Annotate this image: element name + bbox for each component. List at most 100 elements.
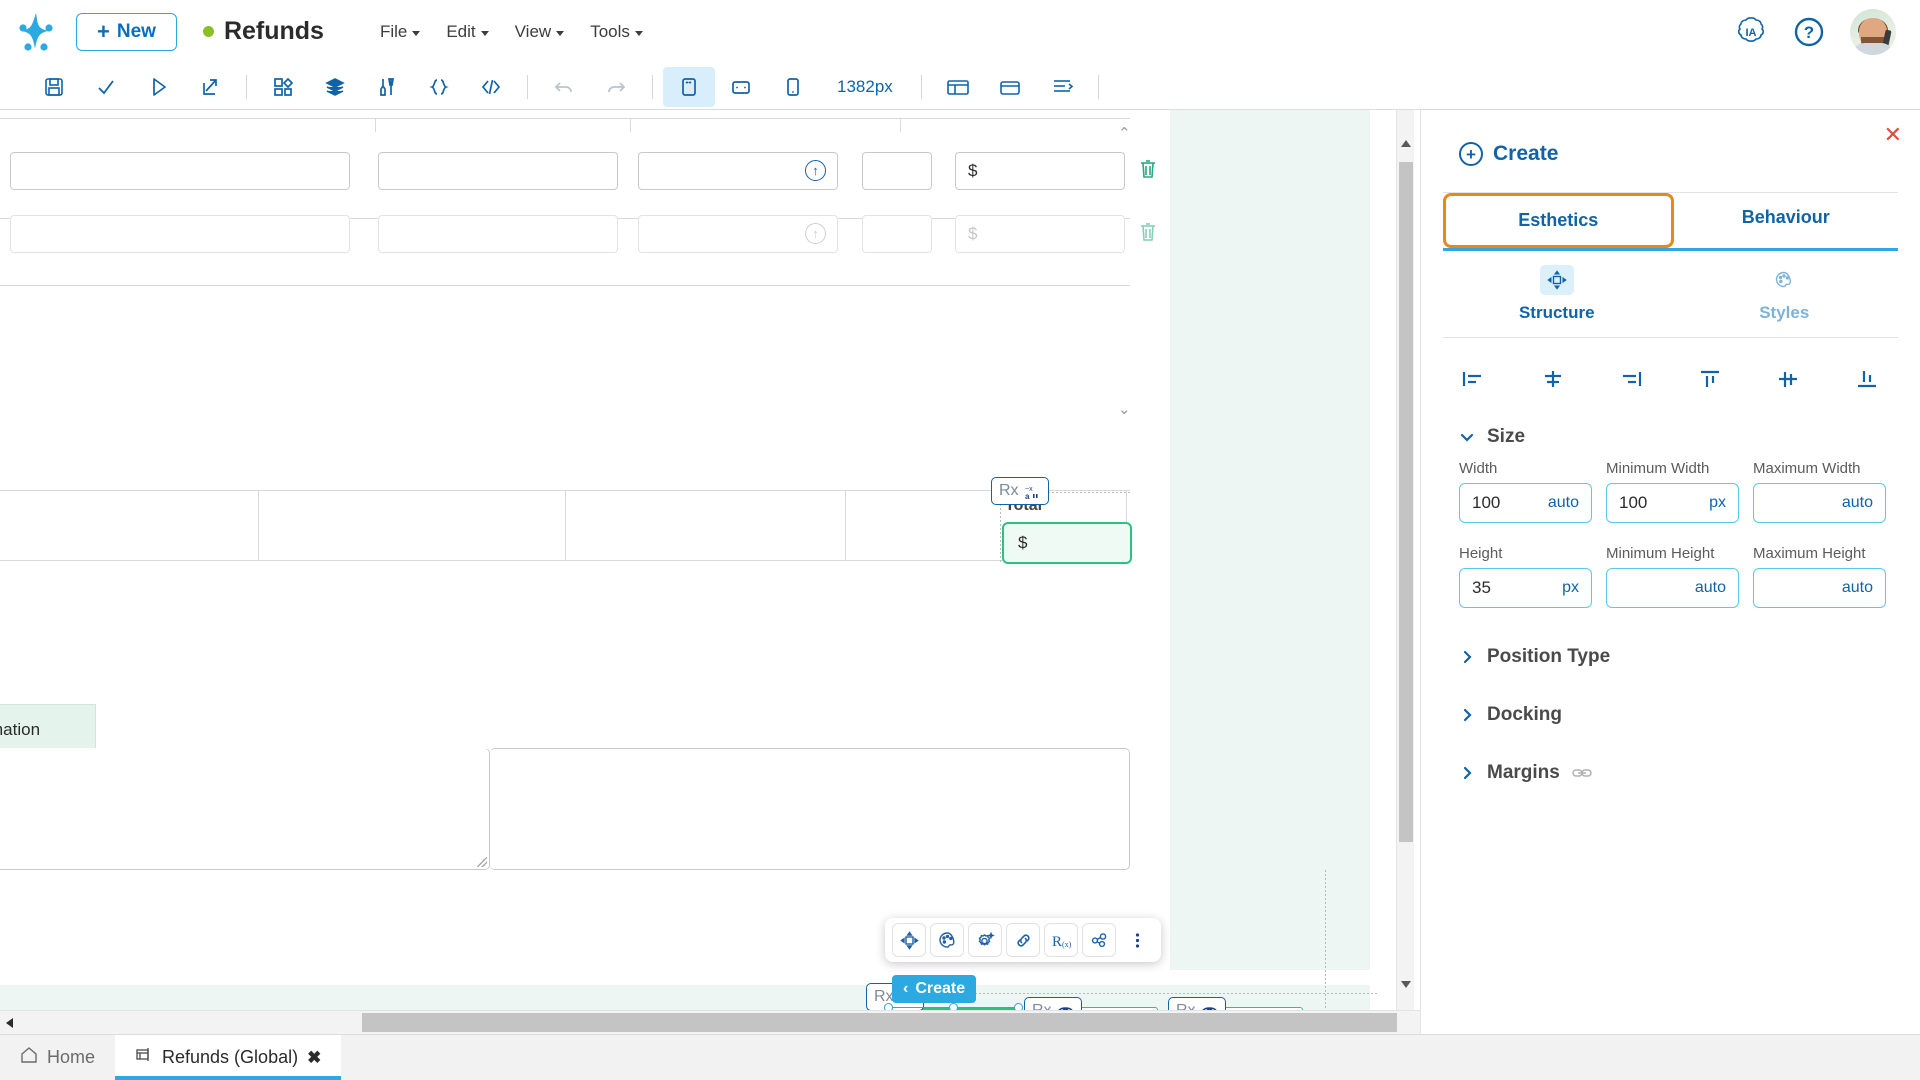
user-avatar[interactable] [1850, 8, 1896, 55]
layout-align-icon[interactable] [1036, 67, 1088, 107]
link-icon[interactable] [1006, 923, 1040, 957]
menu-edit[interactable]: Edit [446, 22, 489, 42]
resize-handle-n[interactable] [949, 1003, 958, 1010]
scroll-up-arrow-icon[interactable] [1401, 140, 1411, 147]
row-1-delete-icon[interactable] [1138, 158, 1158, 185]
height-input[interactable]: 35 px [1459, 568, 1592, 608]
menu-file[interactable]: File [380, 22, 421, 42]
row-2-cell-1[interactable] [10, 215, 350, 253]
plus-circle-icon[interactable]: + [1459, 142, 1483, 166]
menu-tools[interactable]: Tools [590, 22, 643, 42]
desktop-view-icon[interactable] [663, 66, 715, 107]
container-view-icon[interactable] [984, 67, 1036, 107]
section-docking[interactable]: Docking [1421, 668, 1920, 726]
mobile-view-icon[interactable] [767, 67, 819, 107]
notes-textarea-extension[interactable] [490, 748, 1130, 870]
minimum-width-unit[interactable]: px [1709, 494, 1726, 512]
more-vertical-icon[interactable] [1120, 923, 1154, 957]
tab-behaviour[interactable]: Behaviour [1674, 193, 1899, 248]
resize-handle-ne[interactable] [1014, 1003, 1023, 1010]
code-icon[interactable] [465, 67, 517, 107]
row-1-cell-2[interactable] [378, 152, 618, 190]
row-2-cell-2[interactable] [378, 215, 618, 253]
run-play-icon[interactable] [132, 67, 184, 107]
maximum-width-unit[interactable]: auto [1842, 494, 1873, 512]
maximum-width-input[interactable]: auto [1753, 483, 1886, 523]
scroll-down-arrow-icon[interactable] [1401, 981, 1411, 988]
subtab-structure[interactable]: Structure [1443, 251, 1671, 337]
width-input[interactable]: 100 auto [1459, 483, 1592, 523]
braces-icon[interactable] [413, 67, 465, 107]
rx-badge-delete[interactable]: Rx [1168, 997, 1226, 1010]
ia-icon[interactable]: IA [1734, 15, 1768, 49]
table-scroll-up-icon[interactable]: ⌃ [1118, 124, 1131, 142]
help-icon[interactable]: ? [1792, 15, 1826, 49]
settings-star-icon[interactable] [968, 923, 1002, 957]
resize-grip-icon[interactable] [477, 857, 487, 867]
layers-stack-icon[interactable] [309, 67, 361, 107]
maximum-height-unit[interactable]: auto [1842, 579, 1873, 597]
minimum-height-unit[interactable]: auto [1695, 579, 1726, 597]
move-resize-icon[interactable] [892, 923, 926, 957]
tablet-view-icon[interactable] [715, 67, 767, 107]
export-share-icon[interactable] [184, 67, 236, 107]
selection-breadcrumb-tooltip[interactable]: ‹ Create [892, 975, 977, 1003]
align-middle-vertical-icon[interactable] [1769, 364, 1807, 394]
vertical-scroll-thumb[interactable] [1399, 162, 1413, 842]
horizontal-scroll-thumb[interactable] [362, 1013, 1397, 1032]
close-tab-icon[interactable]: ✖ [307, 1048, 321, 1068]
components-grid-icon[interactable] [257, 67, 309, 107]
resize-handle-nw[interactable] [884, 1003, 893, 1010]
width-input-unit[interactable]: auto [1548, 494, 1579, 512]
save-icon[interactable] [28, 67, 80, 107]
row-1-cell-4[interactable] [862, 152, 932, 190]
row-1-cell-amount[interactable] [955, 152, 1125, 190]
align-right-icon[interactable] [1612, 364, 1650, 394]
close-panel-icon[interactable]: ✕ [1884, 124, 1902, 146]
align-bottom-icon[interactable] [1848, 364, 1886, 394]
align-left-icon[interactable] [1455, 364, 1493, 394]
minimum-width-input[interactable]: 100 px [1606, 483, 1739, 523]
section-margins[interactable]: Margins [1421, 726, 1920, 784]
tab-esthetics[interactable]: Esthetics [1443, 193, 1674, 248]
row-2-delete-icon[interactable] [1138, 221, 1158, 248]
section-position-type[interactable]: Position Type [1421, 608, 1920, 668]
align-top-icon[interactable] [1691, 364, 1729, 394]
link-margins-icon[interactable] [1572, 766, 1592, 780]
subtab-styles[interactable]: Styles [1671, 251, 1899, 337]
section-margins-label: Margins [1487, 762, 1560, 783]
scroll-left-arrow-icon[interactable] [6, 1018, 13, 1028]
row-2-cell-amount[interactable] [955, 215, 1125, 253]
new-button[interactable]: + New [76, 12, 177, 51]
rx-badge-total[interactable]: Rx −x a [991, 477, 1049, 505]
notes-textarea[interactable] [0, 748, 490, 870]
rx-badge-modify[interactable]: Rx [1024, 997, 1082, 1010]
row-2-cell-4[interactable] [862, 215, 932, 253]
canvas-horizontal-scrollbar[interactable] [0, 1010, 1420, 1034]
redo-icon[interactable] [590, 67, 642, 107]
responsive-panel-icon[interactable] [932, 67, 984, 107]
relations-icon[interactable] [1082, 923, 1116, 957]
row-1-stepper-icon[interactable]: ↑ [805, 160, 826, 181]
total-amount-input[interactable]: $ [1002, 522, 1132, 564]
rx-function-icon[interactable]: R (x) [1044, 923, 1078, 957]
undo-icon[interactable] [538, 67, 590, 107]
frog-logo[interactable] [0, 9, 72, 55]
maximum-height-input[interactable]: auto [1753, 568, 1886, 608]
minimum-height-input[interactable]: auto [1606, 568, 1739, 608]
height-input-unit[interactable]: px [1562, 579, 1579, 597]
element-mini-toolbar[interactable]: R (x) [885, 918, 1161, 962]
align-center-horizontal-icon[interactable] [1534, 364, 1572, 394]
menu-view[interactable]: View [515, 22, 565, 42]
row-2-stepper-icon[interactable]: ↑ [805, 223, 826, 244]
section-size[interactable]: Size [1421, 404, 1920, 448]
tools-pen-icon[interactable] [361, 67, 413, 107]
bottom-tab-home[interactable]: Home [0, 1035, 115, 1080]
table-scroll-down-icon[interactable]: ⌄ [1118, 400, 1131, 418]
design-canvas[interactable]: ↑ $ ↑ $ ⌃ ⌄ Total $ Rx −x a ation R (x) … [0, 110, 1420, 1010]
canvas-vertical-scrollbar[interactable] [1396, 110, 1414, 1010]
palette-icon[interactable] [930, 923, 964, 957]
validate-check-icon[interactable] [80, 67, 132, 107]
row-1-cell-1[interactable] [10, 152, 350, 190]
bottom-tab-refunds[interactable]: Refunds (Global) ✖ [115, 1035, 342, 1080]
